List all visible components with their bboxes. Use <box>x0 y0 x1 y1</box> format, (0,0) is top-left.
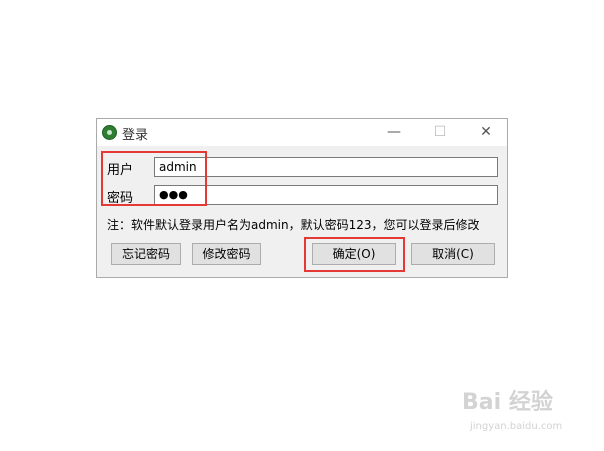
change-password-button[interactable]: 修改密码 <box>192 243 261 265</box>
window-title: 登录 <box>122 128 149 143</box>
ok-highlight-box <box>304 237 405 272</box>
credentials-highlight-box <box>101 151 207 206</box>
watermark-logo: Bai 经验 <box>462 390 553 415</box>
cancel-button[interactable]: 取消(C) <box>411 243 495 265</box>
title-bar: 登录 — ☐ ✕ <box>97 119 507 146</box>
close-button[interactable]: ✕ <box>463 119 509 146</box>
app-icon <box>102 125 117 140</box>
maximize-button[interactable]: ☐ <box>417 119 463 146</box>
hint-text: 注：软件默认登录用户名为admin，默认密码123，您可以登录后修改 <box>107 218 480 232</box>
watermark-url: jingyan.baidu.com <box>470 421 563 432</box>
forgot-password-button[interactable]: 忘记密码 <box>111 243 181 265</box>
minimize-button[interactable]: — <box>371 119 417 146</box>
